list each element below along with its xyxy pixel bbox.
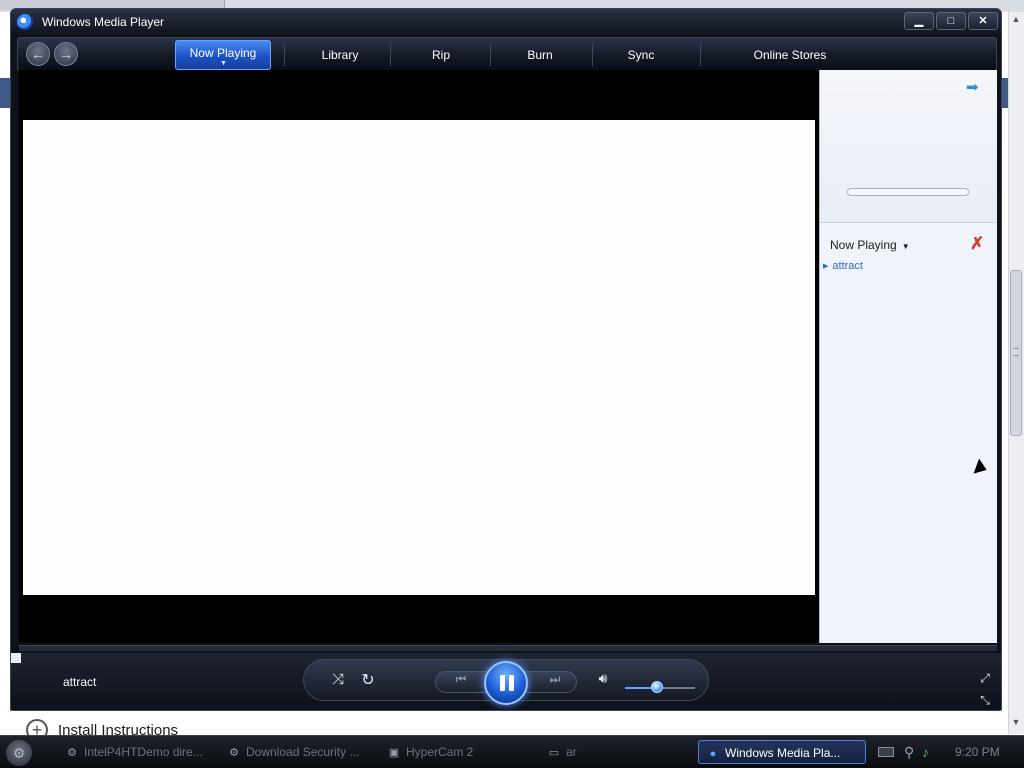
repeat-icon[interactable]: ↻ bbox=[359, 670, 377, 689]
start-button[interactable]: ⚙ bbox=[6, 740, 32, 766]
video-display[interactable] bbox=[19, 70, 819, 643]
taskbar-item[interactable]: ▣ HyperCam 2 bbox=[386, 740, 486, 764]
taskbar-item-label: IntelP4HTDemo dire... bbox=[84, 745, 203, 759]
taskbar-item-label: Windows Media Pla... bbox=[725, 746, 841, 760]
close-button[interactable]: ✕ bbox=[968, 12, 998, 30]
chevron-down-icon: ▼ bbox=[901, 242, 910, 251]
video-frame bbox=[23, 120, 815, 595]
windows-media-player-window: Windows Media Player ▁ □ ✕ ← → Now Playi… bbox=[10, 8, 1002, 711]
taskbar-item-label: HyperCam 2 bbox=[406, 745, 474, 759]
previous-track-icon[interactable]: ⏮ bbox=[447, 672, 473, 690]
now-playing-list-dropdown[interactable]: Now Playing ▼ bbox=[830, 238, 910, 252]
navigation-bar: ← → Now Playing ▼ Library Rip Burn Sync … bbox=[17, 37, 997, 71]
now-playing-list-label: Now Playing bbox=[830, 238, 897, 252]
taskbar-item-label: ar bbox=[566, 745, 577, 759]
playlist-item-title: attract bbox=[832, 260, 863, 272]
switch-to-compact-mode-icon[interactable]: ⤡ bbox=[978, 693, 992, 707]
folder-icon: ▭ bbox=[548, 747, 560, 759]
list-item[interactable]: ▶ attract bbox=[823, 260, 863, 272]
tab-sync[interactable]: Sync bbox=[601, 40, 681, 70]
taskbar-item[interactable]: ▭ ar bbox=[546, 740, 606, 764]
list-pane: ➡ Now Playing ▼ ✗ ▶ attract bbox=[819, 70, 997, 643]
clock[interactable]: 9:20 PM bbox=[955, 745, 1000, 759]
scrollbar-grip-icon bbox=[1013, 348, 1019, 356]
seek-slider[interactable] bbox=[19, 645, 997, 651]
title-bar[interactable]: Windows Media Player ▁ □ ✕ bbox=[11, 9, 1001, 35]
album-art-area: ➡ bbox=[820, 70, 997, 223]
pause-button[interactable] bbox=[484, 661, 528, 705]
stop-button[interactable] bbox=[11, 653, 21, 663]
forward-arrow-icon[interactable]: → bbox=[54, 42, 78, 66]
program-icon: ⚙ bbox=[229, 747, 239, 759]
tab-divider bbox=[390, 44, 391, 66]
network-icon[interactable]: ⚲ bbox=[904, 744, 914, 761]
scroll-down-arrow-icon[interactable]: ▼ bbox=[1010, 716, 1022, 728]
taskbar: ⚙ ⚙ IntelP4HTDemo dire... ⚙ Download Secur… bbox=[0, 735, 1024, 768]
media-player-icon: ● bbox=[709, 748, 717, 760]
chevron-down-icon[interactable]: ▼ bbox=[220, 60, 227, 68]
taskbar-item-label: Download Security ... bbox=[246, 745, 360, 759]
playback-control-bar: attract ⤨ ↻ ⏮ ⏭ 🔊︎ ⤢ ⤡ bbox=[11, 653, 1001, 710]
tab-divider bbox=[700, 44, 701, 66]
scroll-up-arrow-icon[interactable]: ▲ bbox=[1010, 14, 1022, 24]
taskbar-item[interactable]: ⚙ IntelP4HTDemo dire... bbox=[64, 740, 214, 764]
list-search-slot bbox=[847, 188, 969, 196]
tab-divider bbox=[592, 44, 593, 66]
tab-label: Now Playing bbox=[189, 46, 257, 60]
hypercam-icon: ▣ bbox=[388, 747, 400, 759]
playing-indicator-icon: ▶ bbox=[823, 263, 829, 270]
keyboard-icon[interactable] bbox=[878, 747, 894, 757]
program-icon: ⚙ bbox=[67, 747, 77, 759]
speaker-icon[interactable]: 🔊︎ bbox=[594, 670, 612, 688]
tab-divider bbox=[490, 44, 491, 66]
maximize-button[interactable]: □ bbox=[936, 12, 966, 30]
window-title: Windows Media Player bbox=[42, 15, 165, 29]
tray-volume-icon[interactable]: ♪ bbox=[922, 744, 929, 760]
taskbar-item-active[interactable]: ● Windows Media Pla... bbox=[698, 740, 866, 764]
tab-burn[interactable]: Burn bbox=[500, 40, 580, 70]
back-arrow-icon[interactable]: ← bbox=[26, 42, 50, 66]
pause-icon bbox=[500, 675, 505, 691]
minimize-button[interactable]: ▁ bbox=[904, 12, 934, 30]
clear-list-icon[interactable]: ✗ bbox=[970, 234, 984, 254]
tab-rip[interactable]: Rip bbox=[401, 40, 481, 70]
volume-slider-handle[interactable] bbox=[650, 681, 663, 693]
shuffle-icon[interactable]: ⤨ bbox=[329, 671, 347, 689]
hide-list-pane-arrow-icon[interactable]: ➡ bbox=[966, 78, 979, 96]
tab-divider bbox=[284, 44, 285, 66]
tab-now-playing[interactable]: Now Playing ▼ bbox=[175, 40, 271, 70]
tab-online-stores[interactable]: Online Stores bbox=[708, 40, 872, 70]
current-track-title: attract bbox=[63, 675, 97, 689]
pause-icon-bar bbox=[509, 675, 514, 691]
tab-library[interactable]: Library bbox=[298, 40, 382, 70]
next-track-icon[interactable]: ⏭ bbox=[541, 672, 567, 690]
fullscreen-icon[interactable]: ⤢ bbox=[978, 671, 992, 685]
media-player-icon bbox=[17, 14, 33, 30]
taskbar-item[interactable]: ⚙ Download Security ... bbox=[226, 740, 376, 764]
